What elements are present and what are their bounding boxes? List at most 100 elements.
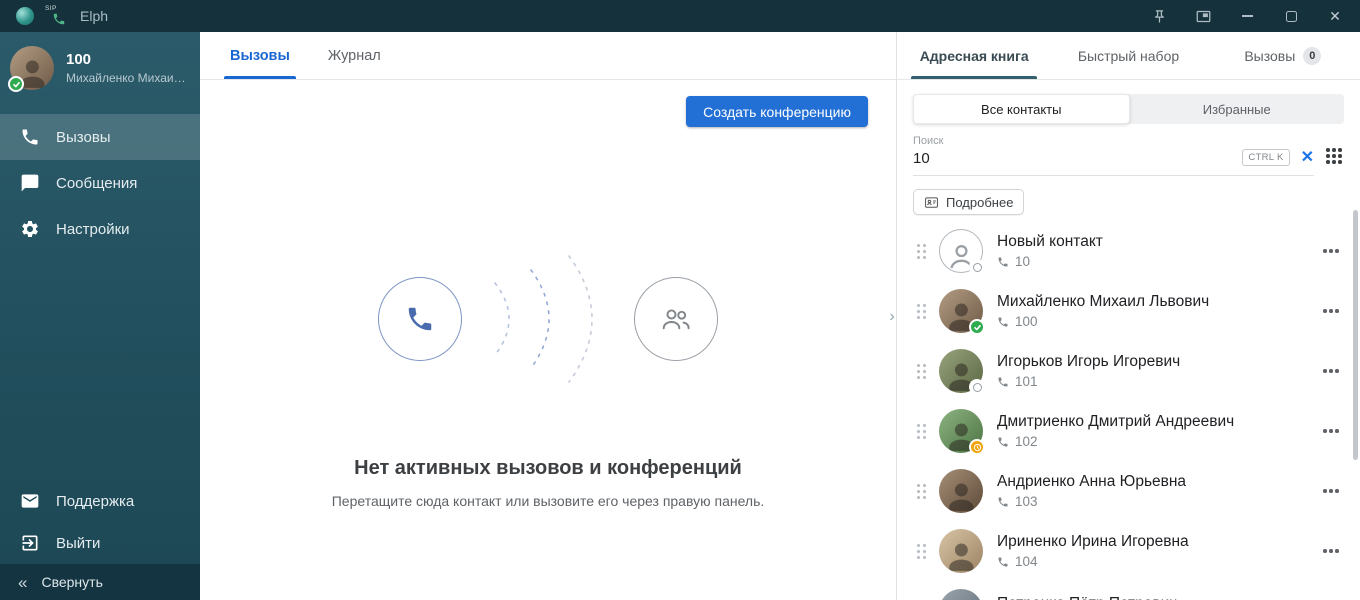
profile-text: 100 Михайленко Михаи…	[66, 51, 186, 85]
phone-circle-icon	[378, 277, 462, 361]
sidebar-item-logout[interactable]: Выйти	[0, 522, 200, 564]
contact-name: Михайленко Михаил Львович	[997, 293, 1316, 311]
content-area: 100 Михайленко Михаи… Вызовы Сообщения Н…	[0, 32, 1360, 600]
status-badge	[969, 319, 985, 335]
profile-extension: 100	[66, 51, 186, 68]
drag-handle-icon[interactable]	[917, 484, 926, 499]
sidebar-item-label: Сообщения	[56, 175, 137, 192]
contact-number: 103	[997, 494, 1316, 509]
minimize-button[interactable]	[1238, 7, 1256, 25]
contact-row[interactable]: Дмитриенко Дмитрий Андреевич 102	[897, 401, 1360, 461]
phone-icon	[20, 127, 40, 147]
contact-more-button[interactable]	[1316, 296, 1346, 326]
app-window: SIP Elph ✕	[0, 0, 1360, 600]
phone-icon	[997, 436, 1009, 448]
picture-in-picture-icon[interactable]	[1194, 7, 1212, 25]
create-conference-button[interactable]: Создать конференцию	[686, 96, 868, 127]
chevrons-left-icon: «	[18, 574, 27, 591]
drag-handle-icon[interactable]	[917, 544, 926, 559]
sidebar-item-support[interactable]: Поддержка	[0, 480, 200, 522]
contact-row[interactable]: Петренко Пётр Петрович	[897, 581, 1360, 600]
contact-avatar	[939, 349, 983, 393]
contact-number: 100	[997, 314, 1316, 329]
contact-more-button[interactable]	[1316, 416, 1346, 446]
sidebar-footer-nav: Поддержка Выйти	[0, 480, 200, 564]
profile-name: Михайленко Михаи…	[66, 71, 186, 85]
contact-row[interactable]: Михайленко Михаил Львович 100	[897, 281, 1360, 341]
contact-avatar	[939, 469, 983, 513]
contacts-tabbar: Адресная книга Быстрый набор Вызовы 0	[897, 32, 1360, 80]
sip-phone-icon: SIP	[44, 5, 68, 27]
contact-number: 10	[997, 254, 1316, 269]
empty-state-illustration	[378, 243, 718, 395]
status-badge	[969, 259, 985, 275]
sidebar-collapse-button[interactable]: « Свернуть	[0, 564, 200, 600]
tab-speed-dial[interactable]: Быстрый набор	[1051, 32, 1205, 79]
contact-more-button[interactable]	[1316, 596, 1346, 600]
titlebar-left: SIP Elph	[16, 5, 108, 27]
phone-icon	[997, 556, 1009, 568]
contact-info: Михайленко Михаил Львович 100	[997, 293, 1316, 329]
status-badge	[969, 439, 985, 455]
contact-row[interactable]: Новый контакт 10	[897, 221, 1360, 281]
sidebar-item-calls[interactable]: Вызовы	[0, 114, 200, 160]
sidebar-item-messages[interactable]: Сообщения	[0, 160, 200, 206]
dialpad-icon[interactable]	[1326, 148, 1342, 164]
empty-state-subtitle: Перетащите сюда контакт или вызовите его…	[332, 493, 765, 509]
contact-avatar	[939, 289, 983, 333]
pin-window-icon[interactable]	[1150, 7, 1168, 25]
contact-avatar	[939, 409, 983, 453]
contact-name: Новый контакт	[997, 233, 1316, 251]
contact-avatar	[939, 589, 983, 600]
contact-more-button[interactable]	[1316, 236, 1346, 266]
calls-count-badge: 0	[1303, 47, 1321, 65]
filter-favorites[interactable]: Избранные	[1130, 94, 1345, 124]
details-button[interactable]: Подробнее	[913, 189, 1024, 215]
collapse-label: Свернуть	[41, 574, 102, 590]
contact-info: Андриенко Анна Юрьевна 103	[997, 473, 1316, 509]
close-button[interactable]: ✕	[1326, 7, 1344, 25]
contact-more-button[interactable]	[1316, 356, 1346, 386]
scrollbar-thumb[interactable]	[1353, 210, 1358, 460]
contact-row[interactable]: Ириненко Ирина Игоревна 104	[897, 521, 1360, 581]
search-row: Поиск 10 CTRL K ✕	[913, 134, 1344, 176]
contact-more-button[interactable]	[1316, 476, 1346, 506]
profile-avatar	[10, 46, 54, 90]
contact-row[interactable]: Игорьков Игорь Игоревич 101	[897, 341, 1360, 401]
drag-handle-icon[interactable]	[917, 304, 926, 319]
sidebar-item-settings[interactable]: Настройки	[0, 206, 200, 252]
chevron-right-icon: ›	[889, 308, 894, 326]
sidebar-item-label: Вызовы	[56, 129, 111, 146]
app-title: Elph	[80, 8, 108, 24]
panel-collapse-handle[interactable]: ›	[884, 302, 900, 332]
contacts-filter-toggle: Все контакты Избранные	[913, 94, 1344, 124]
profile-block[interactable]: 100 Михайленко Михаи…	[0, 32, 200, 106]
sidebar-nav: Вызовы Сообщения Настройки	[0, 114, 200, 252]
phone-icon	[997, 256, 1009, 268]
contact-info: Новый контакт 10	[997, 233, 1316, 269]
contact-info: Ириненко Ирина Игоревна 104	[997, 533, 1316, 569]
clear-search-icon[interactable]: ✕	[1301, 150, 1314, 166]
sip-label: SIP	[45, 5, 57, 12]
tab-journal[interactable]: Журнал	[322, 32, 387, 79]
contact-number: 102	[997, 434, 1316, 449]
contact-row[interactable]: Андриенко Анна Юрьевна 103	[897, 461, 1360, 521]
drag-handle-icon[interactable]	[917, 364, 926, 379]
contact-name: Ириненко Ирина Игоревна	[997, 533, 1316, 551]
contact-more-button[interactable]	[1316, 536, 1346, 566]
maximize-button[interactable]	[1282, 7, 1300, 25]
search-input[interactable]: Поиск 10 CTRL K ✕	[913, 134, 1314, 176]
contact-card-icon	[924, 195, 939, 210]
filter-all-contacts[interactable]: Все контакты	[913, 94, 1130, 124]
contact-avatar	[939, 229, 983, 273]
tab-address-book[interactable]: Адресная книга	[897, 32, 1051, 79]
tab-calls[interactable]: Вызовы	[224, 32, 296, 79]
window-controls: ✕	[1150, 7, 1344, 25]
phone-icon	[997, 496, 1009, 508]
contact-info: Петренко Пётр Петрович	[997, 595, 1316, 600]
drag-handle-icon[interactable]	[917, 244, 926, 259]
people-circle-icon	[634, 277, 718, 361]
tab-calls-count[interactable]: Вызовы 0	[1206, 32, 1360, 79]
drag-handle-icon[interactable]	[917, 424, 926, 439]
contact-name: Дмитриенко Дмитрий Андреевич	[997, 413, 1316, 431]
